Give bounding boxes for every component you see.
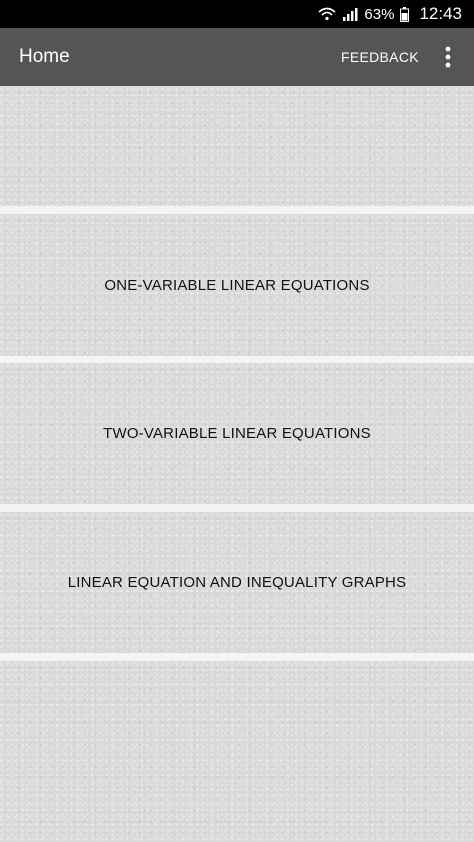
page-title: Home bbox=[19, 46, 70, 67]
feedback-button[interactable]: FEEDBACK bbox=[341, 28, 419, 86]
menu-card-label: LINEAR EQUATION AND INEQUALITY GRAPHS bbox=[67, 574, 407, 591]
menu-card-linear-equation-inequality-graphs[interactable]: LINEAR EQUATION AND INEQUALITY GRAPHS bbox=[0, 512, 474, 653]
menu-card-label: ONE-VARIABLE LINEAR EQUATIONS bbox=[104, 276, 370, 294]
app-bar: Home FEEDBACK bbox=[0, 28, 474, 86]
wifi-icon bbox=[318, 7, 336, 21]
menu-card-two-variable-linear-equations[interactable]: TWO-VARIABLE LINEAR EQUATIONS bbox=[0, 363, 474, 504]
menu-card-bottom[interactable] bbox=[0, 661, 474, 842]
battery-icon bbox=[400, 6, 410, 22]
clock: 12:43 bbox=[419, 4, 462, 23]
menu-card-label: TWO-VARIABLE LINEAR EQUATIONS bbox=[103, 425, 371, 442]
menu-card-top[interactable] bbox=[0, 86, 474, 206]
signal-icon bbox=[342, 7, 358, 21]
status-bar: 63% 12:43 bbox=[0, 0, 474, 28]
menu-card-one-variable-linear-equations[interactable]: ONE-VARIABLE LINEAR EQUATIONS bbox=[0, 214, 474, 356]
more-vert-icon[interactable] bbox=[436, 43, 460, 71]
battery-percent: 63% bbox=[364, 5, 395, 23]
